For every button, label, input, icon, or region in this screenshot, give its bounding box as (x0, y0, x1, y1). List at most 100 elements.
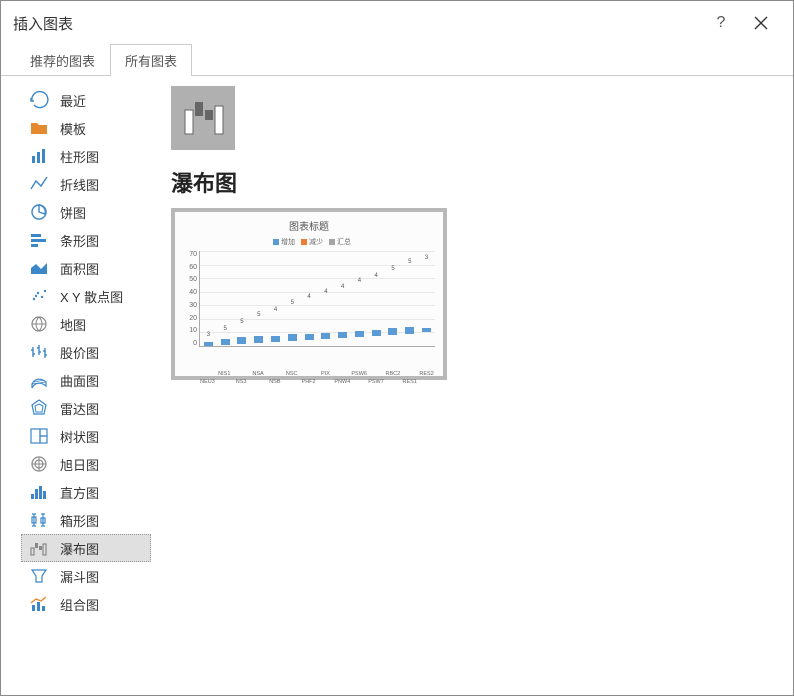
area-icon-wrap (28, 259, 50, 277)
sidebar-item-stock[interactable]: 股价图 (21, 338, 151, 366)
sidebar-item-waterfall[interactable]: 瀑布图 (21, 534, 151, 562)
map-icon-wrap (28, 315, 50, 333)
chart-preview[interactable]: 图表标题 增加减少汇总 706050403020100 355545444445… (171, 208, 447, 380)
tab-all-charts[interactable]: 所有图表 (110, 44, 192, 76)
legend-swatch (329, 239, 335, 245)
sidebar-item-map[interactable]: 地图 (21, 310, 151, 338)
sidebar-label-pie: 饼图 (60, 203, 86, 222)
recent-icon-wrap (28, 91, 50, 109)
sunburst-icon-wrap (28, 455, 50, 473)
templates-icon-wrap (28, 119, 50, 137)
histogram-icon-wrap (28, 483, 50, 501)
sidebar-label-scatter: X Y 散点图 (60, 287, 123, 306)
sidebar-item-line[interactable]: 折线图 (21, 170, 151, 198)
sidebar-label-templates: 模板 (60, 119, 86, 138)
sidebar-item-boxwhisker[interactable]: 箱形图 (21, 506, 151, 534)
bar (288, 334, 297, 341)
y-tick: 50 (183, 276, 197, 283)
bar (388, 328, 397, 335)
sidebar-item-templates[interactable]: 模板 (21, 114, 151, 142)
treemap-icon (29, 426, 49, 446)
x-tick: NS3 (233, 379, 250, 385)
histogram-icon (29, 482, 49, 502)
legend-label: 汇总 (337, 239, 351, 246)
sidebar-item-radar[interactable]: 雷达图 (21, 394, 151, 422)
surface-icon (29, 370, 49, 390)
x-tick: NSA (250, 371, 267, 377)
sidebar-item-funnel[interactable]: 漏斗图 (21, 562, 151, 590)
tab-recommended[interactable]: 推荐的图表 (15, 44, 110, 76)
line-icon (29, 174, 49, 194)
x-tick: PSW6 (351, 371, 368, 377)
insert-chart-dialog: 插入图表 ? 推荐的图表 所有图表 最近模板柱形图折线图饼图条形图面积图 X Y … (0, 0, 794, 696)
sidebar-item-histogram[interactable]: 直方图 (21, 478, 151, 506)
bar-col: 4 (351, 251, 368, 346)
bar-data-label: 4 (301, 294, 318, 300)
sidebar-item-sunburst[interactable]: 旭日图 (21, 450, 151, 478)
waterfall-icon-wrap (28, 539, 50, 557)
line-icon-wrap (28, 175, 50, 193)
bar-data-label: 3 (200, 332, 217, 338)
subtype-waterfall-thumb[interactable] (171, 86, 235, 150)
y-tick: 40 (183, 289, 197, 296)
sidebar-item-area[interactable]: 面积图 (21, 254, 151, 282)
sidebar-label-treemap: 树状图 (60, 427, 99, 446)
legend-swatch (273, 239, 279, 245)
sidebar-item-treemap[interactable]: 树状图 (21, 422, 151, 450)
radar-icon (29, 398, 49, 418)
preview-legend: 增加减少汇总 (183, 237, 435, 247)
combo-icon (29, 594, 49, 614)
bar-col: 3 (418, 251, 435, 346)
help-button[interactable]: ? (701, 3, 741, 43)
recent-icon (29, 90, 49, 110)
x-tick: NEU3 (199, 379, 216, 385)
sidebar-item-bar[interactable]: 条形图 (21, 226, 151, 254)
sidebar-item-pie[interactable]: 饼图 (21, 198, 151, 226)
y-tick: 30 (183, 302, 197, 309)
sidebar-label-sunburst: 旭日图 (60, 455, 99, 474)
sidebar-item-recent[interactable]: 最近 (21, 86, 151, 114)
bar-data-label: 5 (385, 266, 402, 272)
bar (355, 331, 364, 336)
chart-type-sidebar: 最近模板柱形图折线图饼图条形图面积图 X Y 散点图地图股价图曲面图雷达图树状图旭… (1, 76, 151, 696)
sidebar-item-column[interactable]: 柱形图 (21, 142, 151, 170)
bar-col: 5 (385, 251, 402, 346)
bar-data-label: 3 (418, 255, 435, 261)
bar-col: 5 (284, 251, 301, 346)
x-tick: RES1 (401, 379, 418, 385)
close-button[interactable] (741, 3, 781, 43)
bars-area: 35554544444553 (199, 251, 435, 347)
bar-data-label: 4 (351, 278, 368, 284)
pie-icon (29, 202, 49, 222)
boxwhisker-icon (29, 510, 49, 530)
bar-col: 3 (200, 251, 217, 346)
bar-col: 4 (317, 251, 334, 346)
bar (237, 337, 246, 344)
funnel-icon-wrap (28, 567, 50, 585)
legend-swatch (301, 239, 307, 245)
sidebar-label-map: 地图 (60, 315, 86, 334)
legend-label: 增加 (281, 239, 295, 246)
bar (321, 333, 330, 338)
bar-col: 5 (401, 251, 418, 346)
y-tick: 70 (183, 251, 197, 258)
bar-data-label: 4 (334, 284, 351, 290)
x-tick: NIS1 (216, 371, 233, 377)
waterfall-icon (29, 538, 49, 558)
main-panel: 瀑布图 图表标题 增加减少汇总 706050403020100 35554544… (151, 76, 793, 696)
bar-data-label: 5 (217, 326, 234, 332)
stock-icon-wrap (28, 343, 50, 361)
sidebar-item-surface[interactable]: 曲面图 (21, 366, 151, 394)
column-icon-wrap (28, 147, 50, 165)
bar-col: 5 (234, 251, 251, 346)
scatter-icon (29, 286, 49, 306)
chart-type-title: 瀑布图 (171, 166, 773, 198)
titlebar: 插入图表 ? (1, 1, 793, 45)
map-icon (29, 314, 49, 334)
sidebar-label-boxwhisker: 箱形图 (60, 511, 99, 530)
sidebar-item-combo[interactable]: 组合图 (21, 590, 151, 618)
y-tick: 10 (183, 327, 197, 334)
x-tick: NSB (266, 379, 283, 385)
sidebar-item-scatter[interactable]: X Y 散点图 (21, 282, 151, 310)
boxwhisker-icon-wrap (28, 511, 50, 529)
